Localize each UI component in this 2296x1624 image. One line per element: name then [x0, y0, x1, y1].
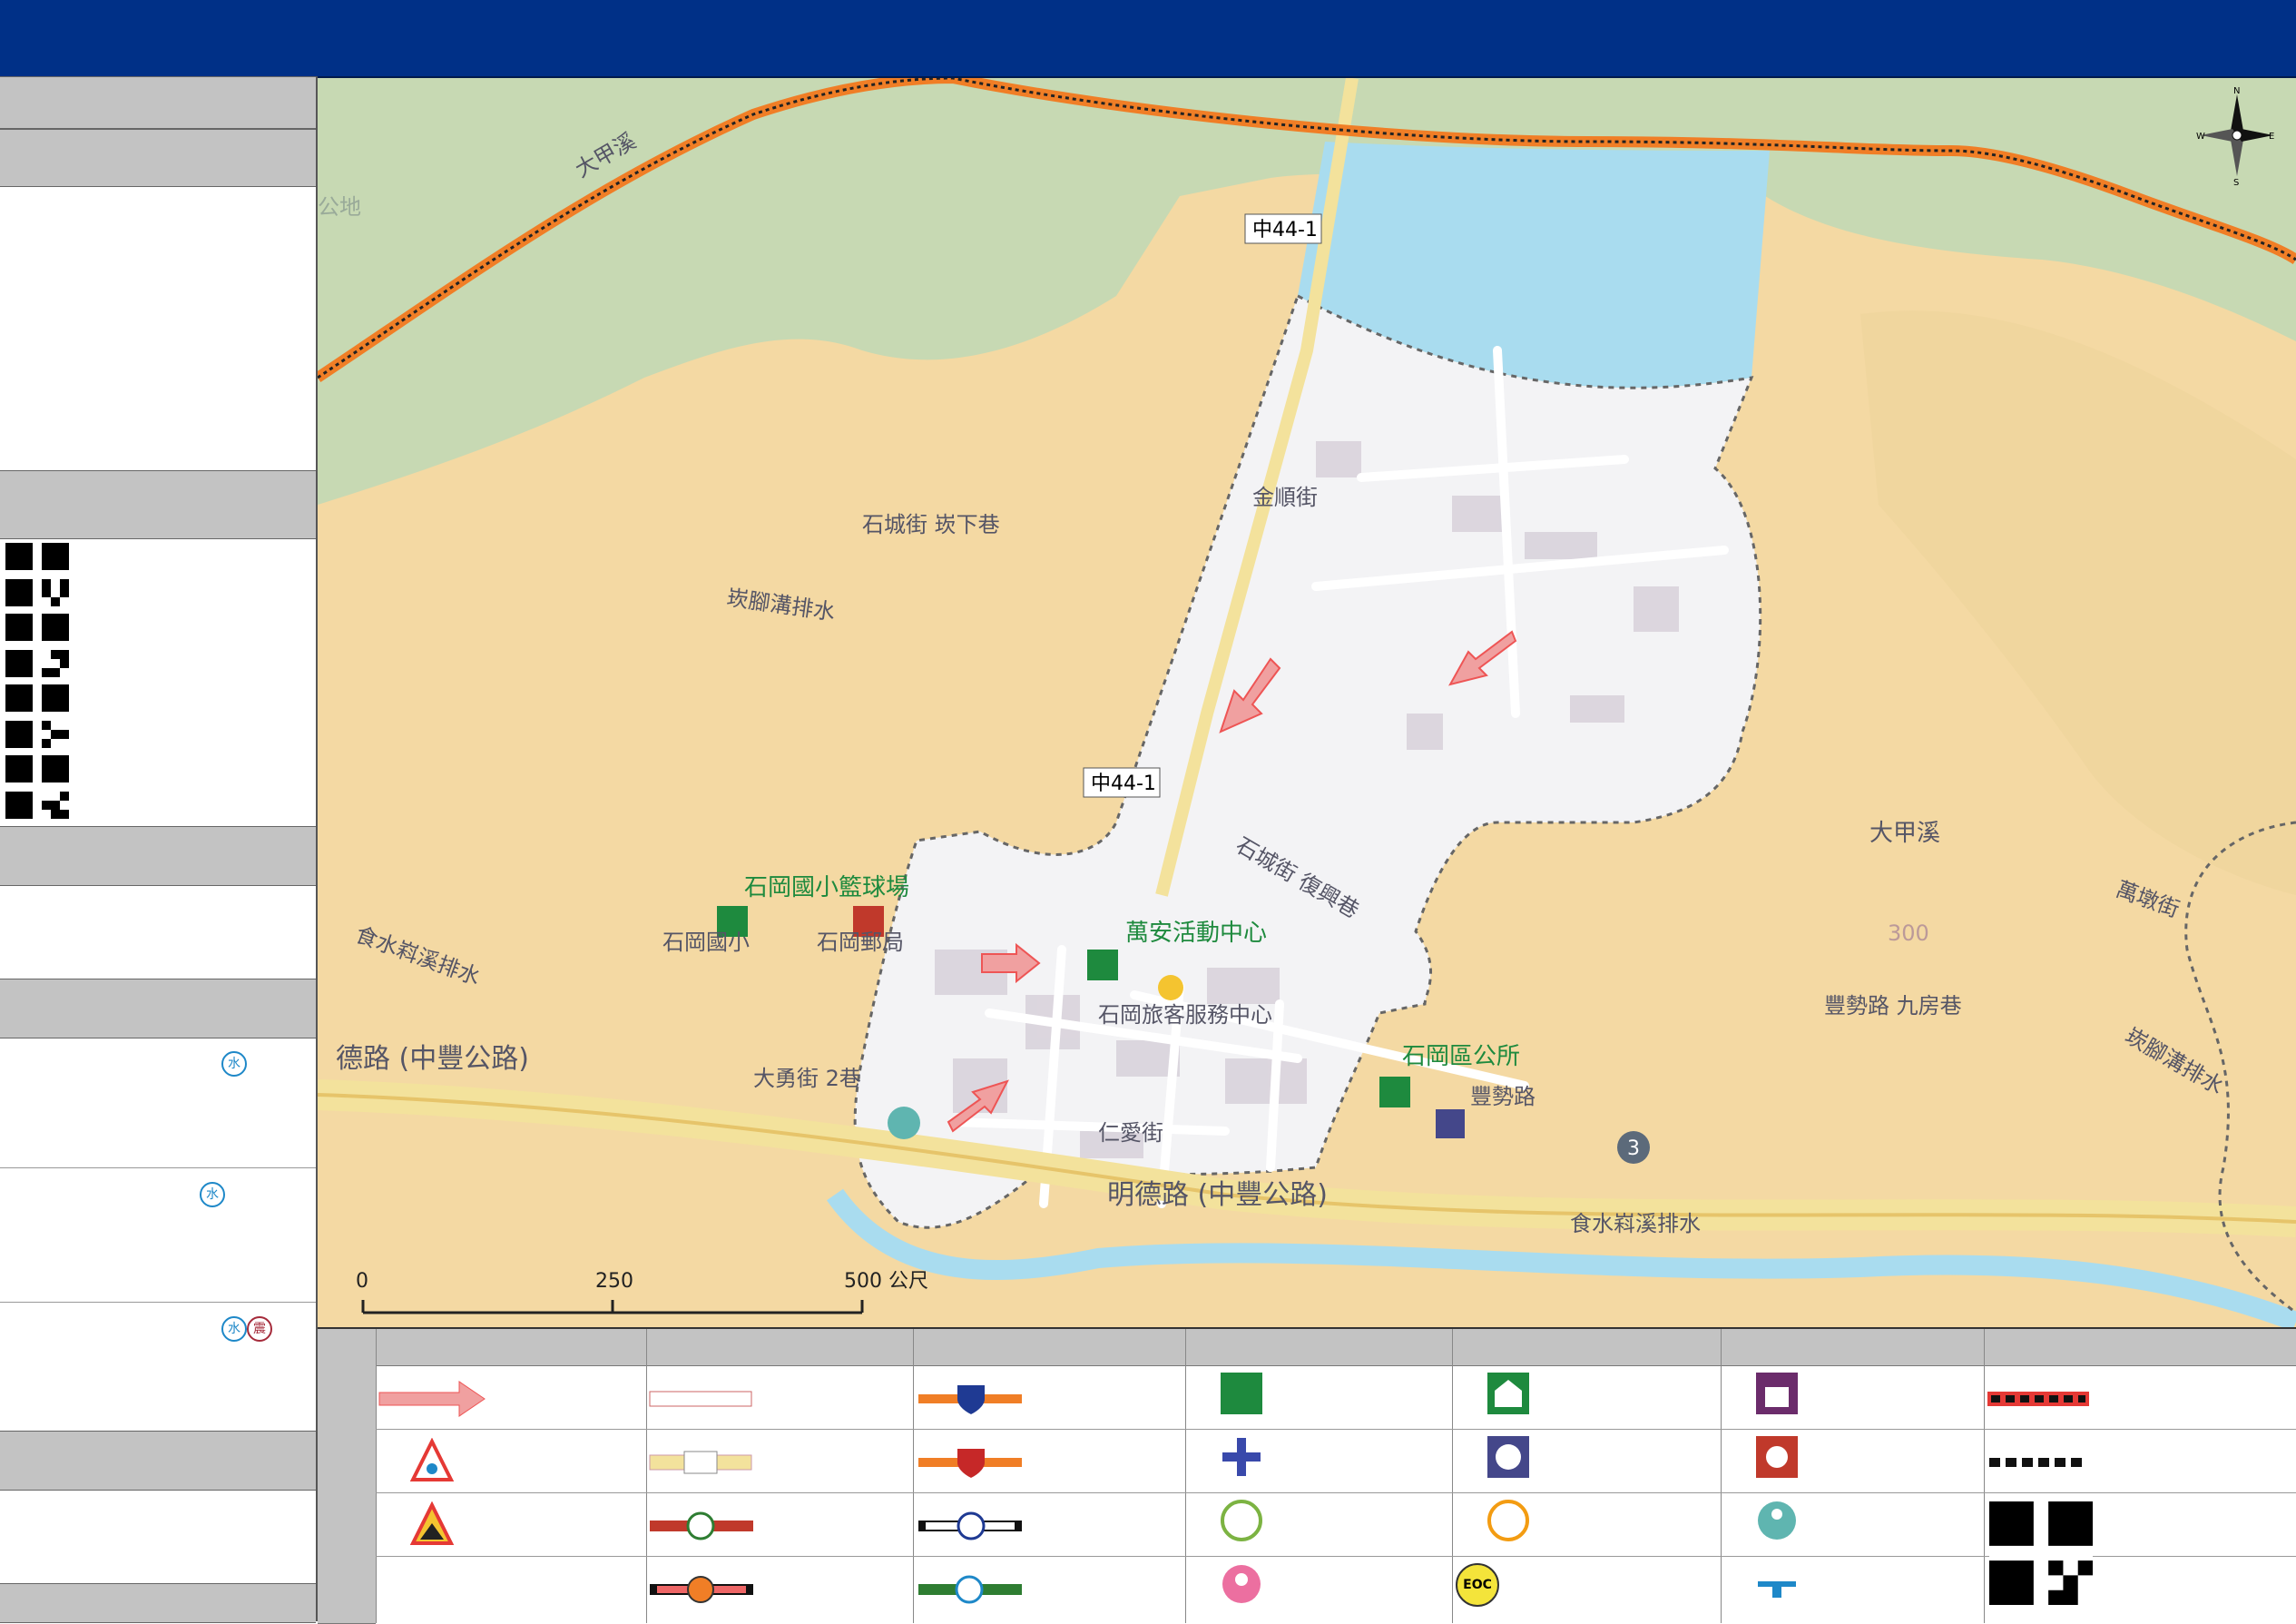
- legend-road-main-icon: [649, 1451, 752, 1474]
- legend-helipad-icon: [1758, 1581, 1796, 1598]
- legend-township-road-icon: [650, 1576, 753, 1603]
- legend-police-icon: [1487, 1436, 1529, 1478]
- legend-elderly-icon: [1487, 1500, 1529, 1541]
- shelter-entry-1: 水: [0, 1038, 316, 1168]
- water-badge-icon: 水: [221, 1316, 247, 1342]
- water-badge-icon: 水: [221, 1051, 247, 1077]
- earthquake-badge-icon: 震: [247, 1316, 272, 1342]
- tourist-info-icon[interactable]: [1158, 975, 1183, 1000]
- legend-col-divider: [376, 1329, 377, 1623]
- legend-boundary-red-icon: [1987, 1392, 2089, 1406]
- legend-sports-icon: [1221, 1373, 1262, 1414]
- scale-label-250: 250: [595, 1270, 633, 1293]
- map-label-tourist: 石岡旅客服務中心: [1098, 1002, 1272, 1028]
- map-label-dayong: 大勇街 2巷: [753, 1066, 861, 1091]
- map-label-mingde-left: 德路 (中豐公路): [336, 1043, 529, 1075]
- map-label-fengshi-jiufang: 豐勢路 九房巷: [1824, 993, 1962, 1019]
- legend-accessible-icon: [1221, 1500, 1262, 1541]
- legend-shelter-icon: [1487, 1373, 1529, 1414]
- shelter-entry-3: 水 震: [0, 1304, 316, 1431]
- map-legend: EOC: [318, 1327, 2296, 1624]
- shelter-entry-2: 水: [0, 1169, 316, 1303]
- sidebar-header-qr: [0, 470, 316, 539]
- sidebar-header-6: [0, 1431, 316, 1491]
- water-badge-icon: 水: [200, 1182, 225, 1207]
- map-label-wanan: 萬安活動中心: [1125, 920, 1267, 947]
- legend-side-header: [318, 1329, 376, 1624]
- legend-landslide-icon: [409, 1501, 455, 1545]
- qr-code-4[interactable]: [5, 755, 69, 819]
- sidebar-header-shelters: [0, 979, 316, 1038]
- sidebar-header-1: [0, 76, 316, 129]
- legend-medical-icon: [1222, 1438, 1261, 1476]
- legend-nursing-icon: [1758, 1501, 1796, 1540]
- legend-row-divider: [376, 1492, 2296, 1493]
- compass-e: E: [2269, 132, 2274, 142]
- map-label-renai: 仁愛街: [1098, 1120, 1163, 1146]
- scale-label-500: 500 公尺: [844, 1270, 928, 1293]
- legend-warning-icon: [409, 1438, 455, 1481]
- legend-eoc-icon: EOC: [1456, 1563, 1499, 1607]
- legend-county-road-icon: [650, 1511, 753, 1540]
- legend-hsr-icon: [918, 1575, 1022, 1604]
- compass-s: S: [2233, 178, 2239, 185]
- map-label-shicheng-baxia: 石城街 崁下巷: [862, 512, 1000, 537]
- legend-col-divider: [1185, 1329, 1186, 1623]
- legend-col-divider: [646, 1329, 647, 1623]
- sidebar-box-6: [0, 1491, 316, 1581]
- map-label-park: 公地: [318, 194, 361, 220]
- qr-code-2[interactable]: [5, 614, 69, 677]
- sidebar-info-box: [0, 187, 316, 470]
- legend-prov-road-icon: [918, 1449, 1022, 1478]
- sidebar-header-2: [0, 129, 316, 187]
- legend-evac-arrow-icon: [378, 1381, 486, 1417]
- legend-header-row: [376, 1329, 2296, 1366]
- legend-col-divider: [1452, 1329, 1453, 1623]
- title-bar: [0, 0, 2296, 78]
- map-label-district: 石岡區公所: [1402, 1043, 1520, 1070]
- legend-col-divider: [913, 1329, 914, 1623]
- district-office-icon[interactable]: [1379, 1077, 1410, 1107]
- shelter-icon[interactable]: [1087, 950, 1118, 980]
- legend-road-local-icon: [649, 1391, 752, 1407]
- compass-w: W: [2196, 132, 2205, 142]
- route-3-shield: 3: [1627, 1137, 1640, 1160]
- map-label-shishui-e: 食水嵙溪排水: [1570, 1211, 1701, 1236]
- map-label-fengshi-mid: 豐勢路: [1470, 1084, 1536, 1109]
- legend-col-divider: [1984, 1329, 1985, 1623]
- map-label-mingde-main: 明德路 (中豐公路): [1107, 1179, 1328, 1211]
- sidebar: 水 水 水 震: [0, 76, 318, 1623]
- police-icon[interactable]: [1436, 1109, 1465, 1138]
- evacuation-map[interactable]: 大甲溪 大甲溪 金順街 石城街 崁下巷 崁腳溝排水 石城街 復興巷 石岡國小 石…: [318, 78, 2296, 1327]
- compass-icon: N S E W: [2196, 86, 2274, 185]
- route-shield-top: 中44-1: [1252, 219, 1318, 241]
- map-label-river-e: 大甲溪: [1869, 820, 1940, 847]
- legend-aid-station-icon: [1222, 1565, 1261, 1603]
- sidebar-box-4: [0, 886, 316, 979]
- legend-row-divider: [376, 1429, 2296, 1430]
- sidebar-header-4: [0, 826, 316, 886]
- compass-n: N: [2233, 86, 2240, 96]
- legend-highway-icon: [918, 1385, 1022, 1414]
- legend-boundary-black-icon: [1989, 1458, 2087, 1467]
- legend-col-divider: [1721, 1329, 1722, 1623]
- legend-facility-icon: [1756, 1373, 1798, 1414]
- legend-qr-code[interactable]: [1989, 1500, 2093, 1607]
- qr-list: [0, 539, 316, 826]
- legend-fire-icon: [1756, 1436, 1798, 1478]
- scale-label-0: 0: [356, 1270, 368, 1293]
- map-label-school: 石岡國小: [662, 930, 750, 955]
- map-label-jinshun: 金順街: [1252, 485, 1318, 510]
- route-shield-mid: 中44-1: [1091, 773, 1156, 795]
- sidebar-header-7: [0, 1583, 316, 1623]
- map-label-elev: 300: [1888, 920, 1929, 946]
- map-label-basketball: 石岡國小籃球場: [744, 874, 909, 901]
- map-label-post: 石岡郵局: [817, 930, 904, 955]
- qr-code-1[interactable]: [5, 543, 69, 606]
- nursing-icon[interactable]: [888, 1107, 920, 1139]
- legend-railway-icon: [918, 1511, 1022, 1540]
- qr-code-3[interactable]: [5, 684, 69, 748]
